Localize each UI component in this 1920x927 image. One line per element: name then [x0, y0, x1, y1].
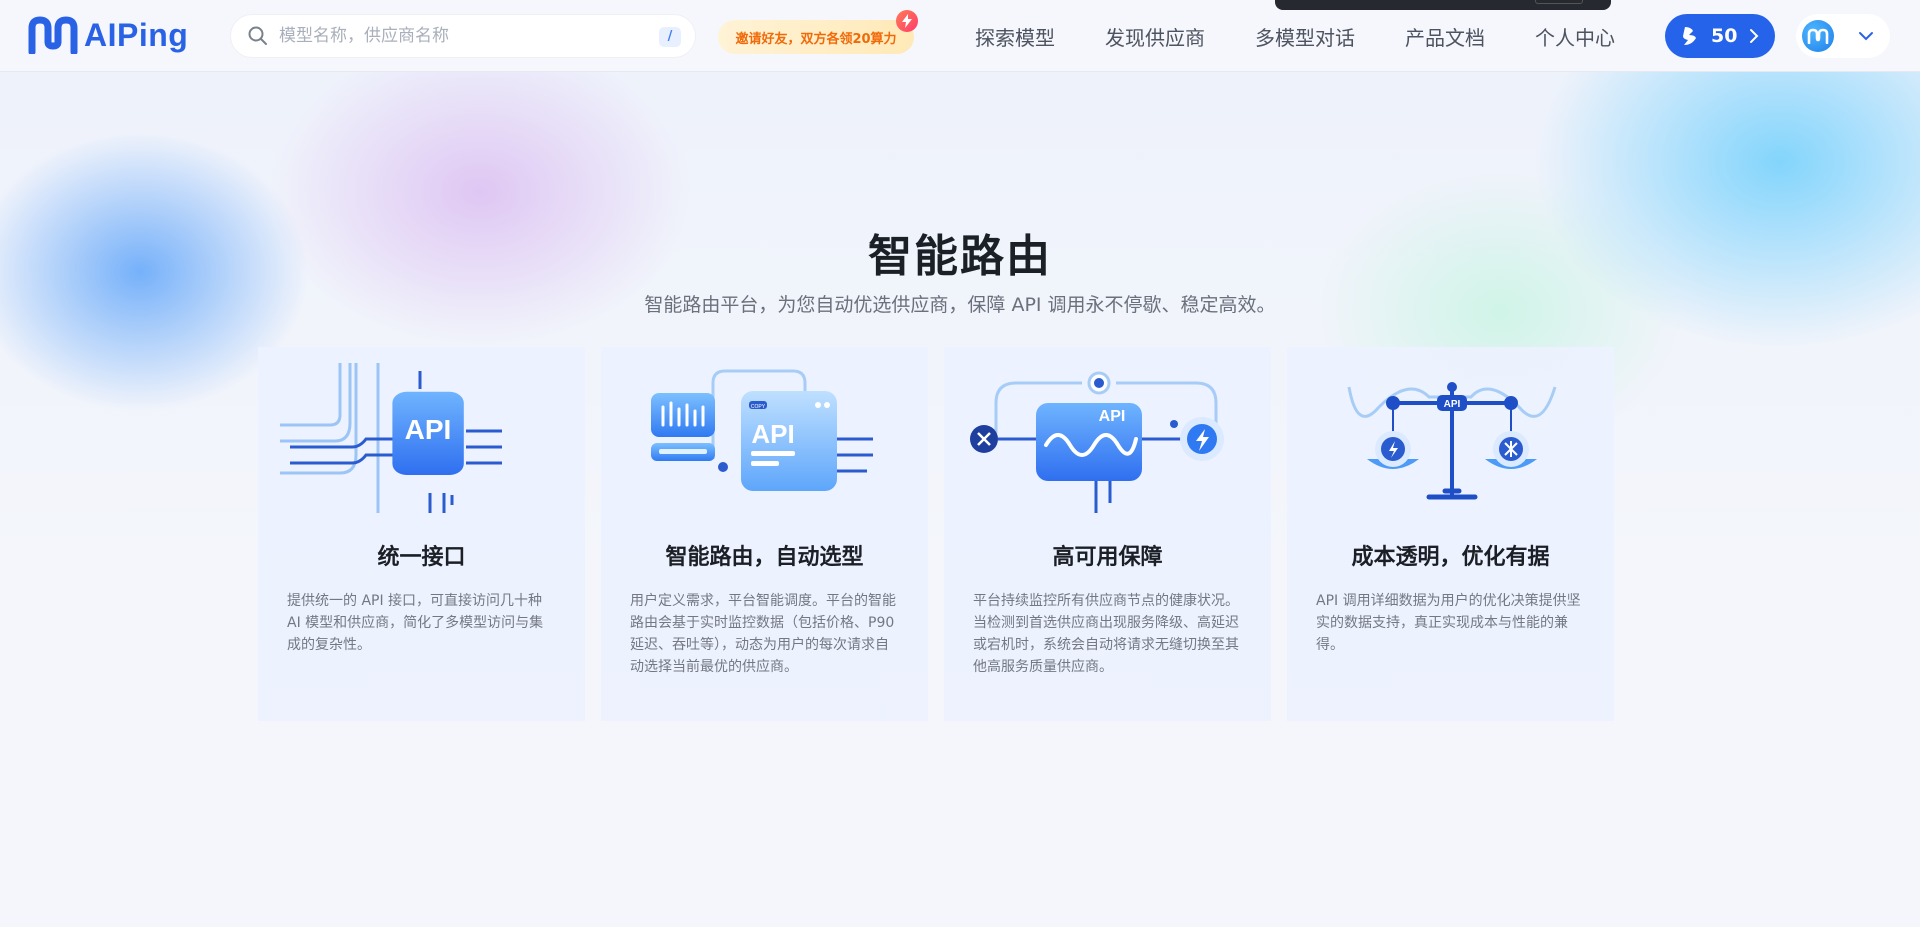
avatar: [1802, 20, 1834, 52]
search-icon: [248, 26, 267, 45]
user-menu[interactable]: [1796, 14, 1890, 58]
feature-card-high-availability: API 高可用保障 平台持续监控所有供应商节点的健康状况。当检测到首选供应商出现…: [944, 347, 1271, 721]
feature-cards: API 统一接口 提供统一的 API 接口，可直接访问几十种 AI 模型和供应商…: [258, 347, 1614, 721]
api-scale-icon: API: [1347, 382, 1557, 500]
feature-description: 提供统一的 API 接口，可直接访问几十种 AI 模型和供应商，简化了多模型访问…: [287, 593, 544, 653]
feature-description: API 调用详细数据为用户的优化决策提供坚实的数据支持，真正实现成本与性能的兼得…: [1316, 593, 1581, 653]
dropdown-tooltip-edge: [1275, 0, 1611, 10]
svg-text:API: API: [1099, 408, 1126, 425]
nav-personal-center[interactable]: 个人中心: [1535, 22, 1615, 51]
svg-text:API: API: [1444, 399, 1461, 410]
logo-icon: [28, 16, 78, 54]
brand-name: AIPing: [84, 16, 189, 53]
nav-product-docs[interactable]: 产品文档: [1405, 22, 1485, 51]
feature-description: 平台持续监控所有供应商节点的健康状况。当检测到首选供应商出现服务降级、高延迟或宕…: [973, 593, 1239, 675]
nav-multi-model-chat[interactable]: 多模型对话: [1255, 22, 1355, 51]
feature-title: 统一接口: [377, 545, 466, 570]
feature-title: 智能路由，自动选型: [665, 545, 864, 570]
invite-label: 邀请好友，双方各领20算力: [735, 31, 897, 47]
feature-card-cost-transparency: API 成本透明，优化有据 API 调用详细数据为用户的优化决策提供坚实的数据支…: [1287, 347, 1614, 721]
feature-title: 成本透明，优化有据: [1351, 545, 1550, 570]
chevron-down-icon: [1859, 32, 1873, 41]
svg-text:API: API: [405, 414, 452, 445]
search-input[interactable]: [279, 26, 639, 46]
search-shortcut-badge: /: [659, 27, 681, 47]
search-box[interactable]: /: [230, 14, 696, 58]
page-subtitle: 智能路由平台，为您自动优选供应商，保障 API 调用永不停歇、稳定高效。: [644, 294, 1276, 316]
failover-icon: API: [970, 371, 1224, 513]
page-title: 智能路由: [868, 231, 1052, 282]
lightning-badge-icon: [896, 10, 918, 32]
invite-banner[interactable]: 邀请好友，双方各领20算力: [718, 20, 914, 54]
feature-card-unified-api: API 统一接口 提供统一的 API 接口，可直接访问几十种 AI 模型和供应商…: [258, 347, 585, 721]
top-header: AIPing / 邀请好友，双方各领20算力 探索模型 发现供应商 多模型对话 …: [0, 0, 1920, 72]
feature-title: 高可用保障: [1052, 545, 1163, 570]
svg-text:API: API: [751, 419, 794, 449]
brand-logo[interactable]: AIPing: [28, 16, 188, 54]
svg-text:COPY: COPY: [751, 404, 766, 410]
chevron-right-icon: [1750, 29, 1759, 43]
main-nav: 探索模型 发现供应商 多模型对话 产品文档 个人中心: [975, 22, 1665, 51]
feature-description: 用户定义需求，平台智能调度。平台的智能路由会基于实时监控数据（包括价格、P90延…: [630, 593, 896, 675]
bolt-icon: [1683, 27, 1696, 45]
api-dashboard-icon: COPY API: [651, 369, 873, 491]
feature-card-smart-routing: COPY API 智能路由，自动选型 用户定义需求，平台智能调度。平台的智能路由…: [601, 347, 928, 721]
nav-discover-providers[interactable]: 发现供应商: [1105, 22, 1205, 51]
nav-explore-models[interactable]: 探索模型: [975, 22, 1055, 51]
api-chip-icon: API: [280, 363, 502, 513]
credits-value: 50: [1711, 25, 1738, 47]
credits-button[interactable]: 50: [1665, 14, 1775, 58]
